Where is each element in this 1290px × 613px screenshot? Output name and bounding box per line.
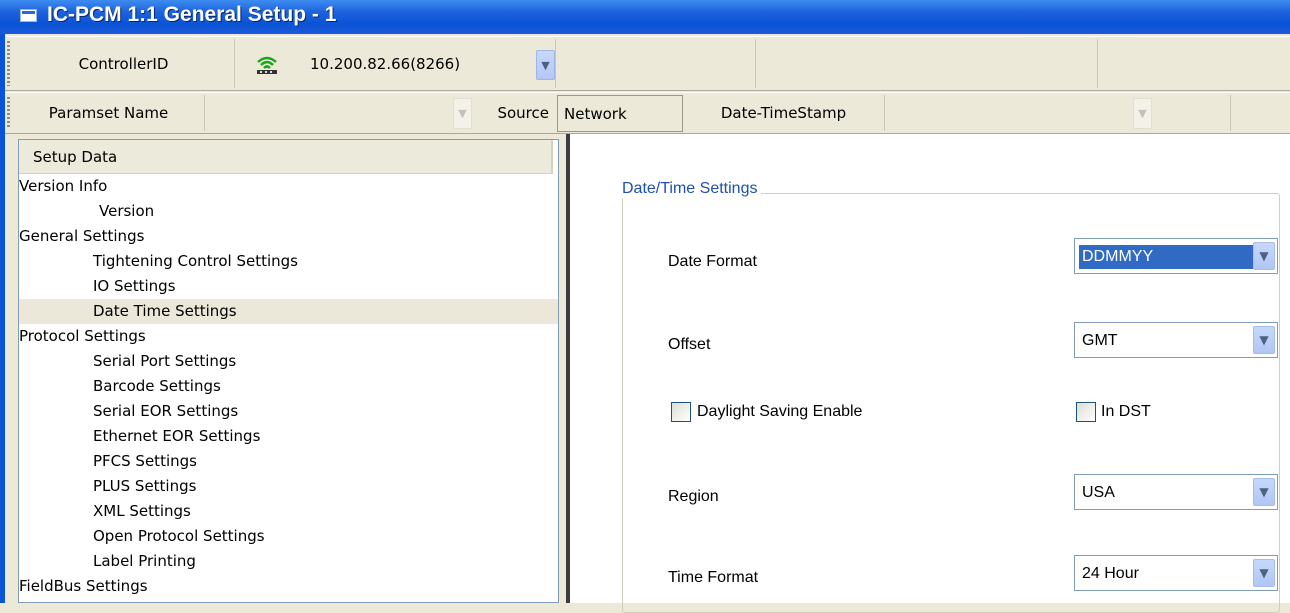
chevron-down-icon[interactable]: ▼ (1253, 559, 1275, 587)
source-value: Network (564, 104, 627, 123)
settings-panel (570, 134, 1290, 613)
tree-item[interactable]: Barcode Settings (19, 374, 558, 399)
tree-item[interactable]: Version Info (19, 174, 558, 199)
daylight-saving-checkbox[interactable] (671, 402, 691, 422)
tree-item[interactable]: General Settings (19, 224, 558, 249)
tree-items: Version Info Version General Settings Tight… (19, 174, 558, 599)
window-title: IC-PCM 1:1 General Setup - 1 (47, 3, 337, 26)
tree-item[interactable]: Protocol Settings (19, 324, 558, 349)
daylight-saving-label[interactable]: Daylight Saving Enable (697, 403, 862, 421)
controller-id-value: 10.200.82.66(8266) (310, 55, 461, 73)
tree-item[interactable]: Version (19, 199, 558, 224)
time-format-select[interactable]: 24 Hour ▼ (1074, 555, 1278, 591)
offset-value: GMT (1082, 332, 1118, 349)
toolbar1-empty-cell-1 (556, 39, 756, 88)
tree-item[interactable]: Label Printing (19, 549, 558, 574)
tree-item[interactable]: Date Time Settings (19, 299, 558, 324)
in-dst-checkbox[interactable] (1076, 402, 1096, 422)
datetime-stamp-label: Date-TimeStamp (683, 95, 885, 131)
toolbar2-separator (1153, 95, 1231, 131)
chevron-down-icon[interactable]: ▼ (1253, 478, 1275, 506)
datetime-stamp-select[interactable]: ▼ (887, 97, 1153, 130)
offset-label: Offset (668, 336, 711, 353)
time-format-value: 24 Hour (1082, 565, 1139, 582)
datetime-group-title: Date/Time Settings (622, 180, 762, 198)
tree-item[interactable]: Serial Port Settings (19, 349, 558, 374)
paramset-name-select[interactable]: ▼ (207, 97, 473, 130)
tree-item[interactable]: Tightening Control Settings (19, 249, 558, 274)
controller-id-label: ControllerID (13, 39, 235, 88)
date-format-select[interactable]: DDMMYY ▼ (1074, 238, 1278, 274)
controller-toolbar: ControllerID 10.200.82.66(8266) ▼ (5, 36, 1290, 91)
toolbar-grip[interactable] (7, 97, 10, 129)
tree-item[interactable]: FieldBus Settings (19, 574, 558, 599)
tree-item[interactable]: PLUS Settings (19, 474, 558, 499)
network-signal-icon (255, 54, 279, 74)
source-label: Source (497, 104, 549, 122)
tree-item[interactable]: XML Settings (19, 499, 558, 524)
controller-id-select[interactable]: 10.200.82.66(8266) ▼ (241, 49, 555, 81)
chevron-down-icon[interactable]: ▼ (536, 50, 555, 80)
toolbar1-empty-cell-2 (756, 39, 1098, 88)
in-dst-label[interactable]: In DST (1101, 403, 1151, 421)
tree-item[interactable]: IO Settings (19, 274, 558, 299)
setup-data-header[interactable]: Setup Data (19, 140, 553, 174)
chevron-down-icon[interactable]: ▼ (1253, 326, 1275, 354)
date-format-value: DDMMYY (1079, 245, 1253, 269)
source-field: Network (557, 95, 683, 132)
date-format-label: Date Format (668, 253, 757, 270)
tree-item[interactable]: Serial EOR Settings (19, 399, 558, 424)
paramset-name-label: Paramset Name (13, 95, 205, 131)
source-label-cell: Source (473, 95, 555, 131)
region-value: USA (1082, 484, 1115, 501)
time-format-label: Time Format (668, 569, 759, 586)
region-select[interactable]: USA ▼ (1074, 474, 1278, 510)
tree-item[interactable]: Open Protocol Settings (19, 524, 558, 549)
toolbar-grip[interactable] (7, 41, 10, 86)
paramset-toolbar: Paramset Name ▼ Source Network Date-Time… (5, 92, 1290, 134)
chevron-down-icon[interactable]: ▼ (453, 98, 472, 129)
tree-item[interactable]: PFCS Settings (19, 449, 558, 474)
setup-data-tree[interactable]: Setup Data Version Info Version General Se… (18, 139, 559, 603)
title-bar[interactable]: IC-PCM 1:1 General Setup - 1 (0, 0, 1290, 34)
region-label: Region (668, 488, 719, 505)
offset-select[interactable]: GMT ▼ (1074, 322, 1278, 358)
chevron-down-icon[interactable]: ▼ (1133, 98, 1152, 129)
chevron-down-icon[interactable]: ▼ (1253, 242, 1275, 270)
tree-item[interactable]: Ethernet EOR Settings (19, 424, 558, 449)
window-icon (20, 9, 37, 22)
